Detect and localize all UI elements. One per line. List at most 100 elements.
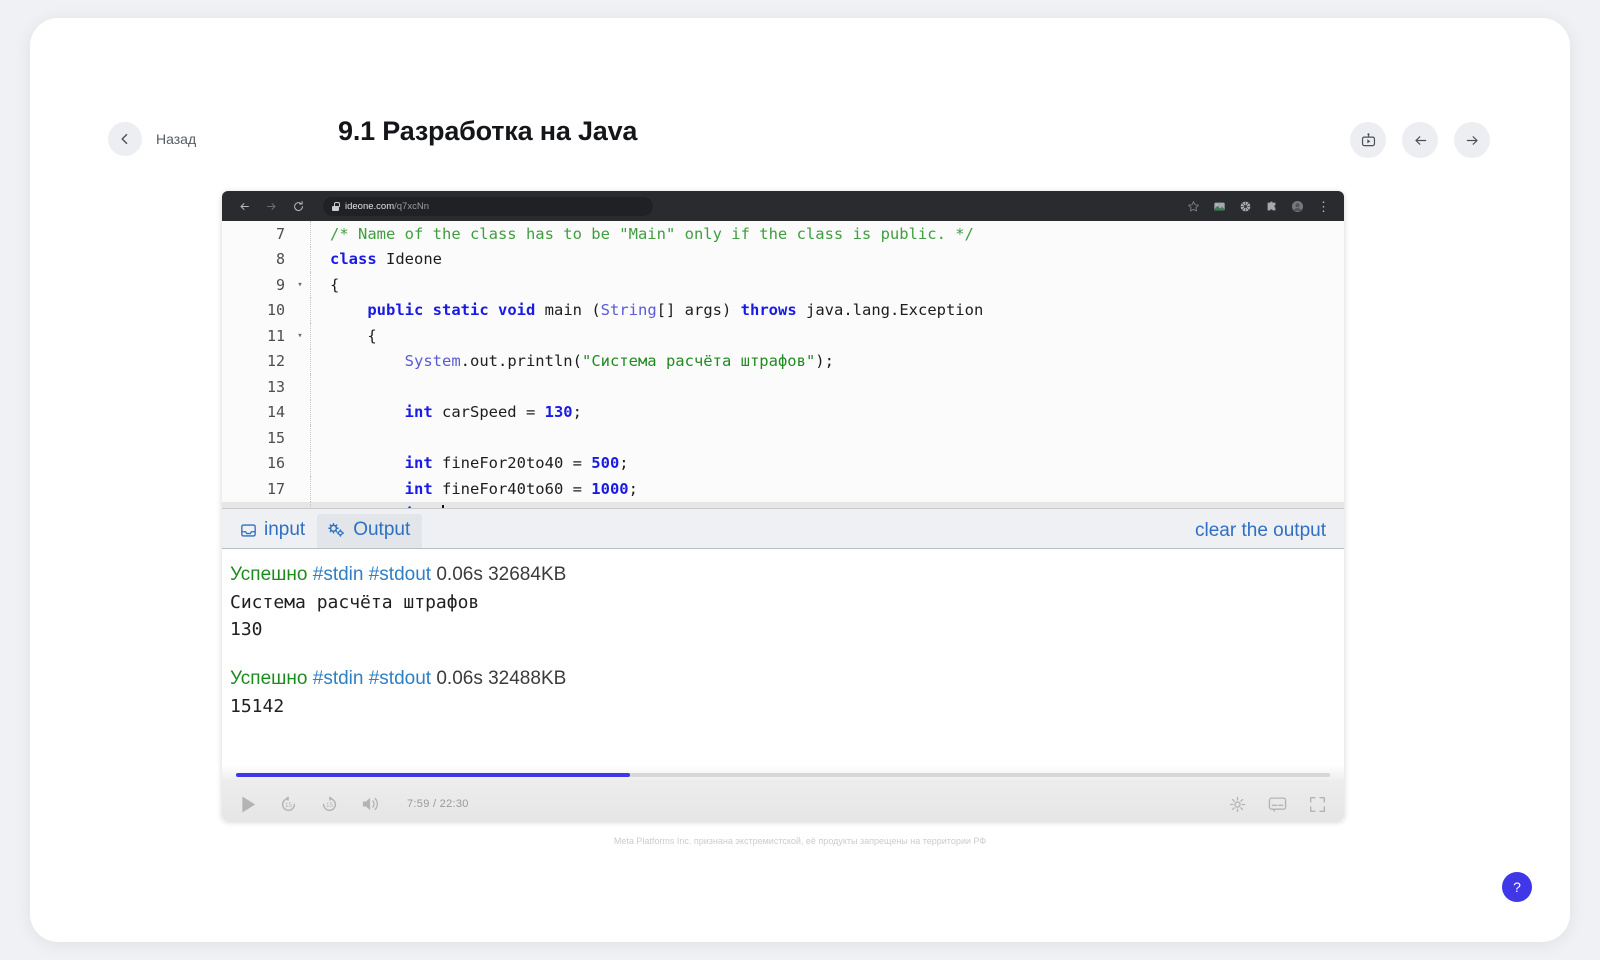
prev-lesson-button[interactable] <box>1402 122 1438 158</box>
seek-progress <box>236 773 630 777</box>
code-line[interactable]: 8 class Ideone <box>222 246 1344 272</box>
browser-nav-icons <box>232 200 305 213</box>
browser-chrome-bar: ideone.com/q7xcNn ⋮ <box>222 191 1344 221</box>
svg-text:15: 15 <box>285 803 292 809</box>
subtitles-icon[interactable] <box>1268 796 1287 813</box>
gutter-separator <box>310 272 322 298</box>
back-navigation[interactable]: Назад <box>108 122 196 156</box>
arrow-right-icon[interactable] <box>265 200 278 213</box>
line-number: 16 <box>266 454 285 473</box>
extension-settings-icon[interactable] <box>1239 200 1252 213</box>
line-number: 7 <box>275 224 285 243</box>
code-line[interactable]: 13 <box>222 374 1344 400</box>
next-lesson-button[interactable] <box>1454 122 1490 158</box>
code-text[interactable]: { <box>322 276 339 294</box>
code-line[interactable]: 9 ▾ { <box>222 272 1344 298</box>
code-line[interactable]: 15 <box>222 425 1344 451</box>
screencast-icon <box>1361 132 1375 146</box>
code-text[interactable]: class Ideone <box>322 250 442 268</box>
volume-icon[interactable] <box>361 795 381 813</box>
code-text[interactable]: { <box>322 327 376 345</box>
player-controls: 15 15 7:59 / 22:30 <box>222 765 1344 821</box>
chevron-left-icon <box>121 133 128 145</box>
seek-bar[interactable] <box>236 773 1330 777</box>
kebab-menu-icon[interactable]: ⋮ <box>1317 200 1330 213</box>
stdout-link[interactable]: #stdout <box>369 668 431 689</box>
code-text[interactable]: int fineFor20to40 = 500; <box>322 454 629 472</box>
code-text[interactable]: int carSpeed = 130; <box>322 403 582 421</box>
stdin-link[interactable]: #stdin <box>313 668 364 689</box>
fold-toggle-icon[interactable]: ▾ <box>292 331 308 341</box>
clear-output-link[interactable]: clear the output <box>1195 520 1326 542</box>
lock-icon <box>332 201 340 211</box>
run-memory: 32488KB <box>488 668 567 689</box>
gutter-separator <box>310 221 322 247</box>
play-icon[interactable] <box>240 795 257 814</box>
code-text[interactable]: int <box>322 505 444 508</box>
code-line[interactable]: 16 int fineFor20to40 = 500; <box>222 450 1344 476</box>
gutter-separator <box>310 246 322 272</box>
rewind-15-icon[interactable]: 15 <box>279 795 298 814</box>
page-header: Назад 9.1 Разработка на Java <box>30 18 1570 158</box>
code-text[interactable]: public static void main (String[] args) … <box>322 301 983 319</box>
gutter-separator <box>310 399 322 425</box>
gutter-separator <box>310 450 322 476</box>
output-line: Система расчёта штрафов <box>230 592 480 613</box>
line-number: 8 <box>275 250 285 269</box>
line-number: 11 <box>266 326 285 345</box>
address-bar[interactable]: ideone.com/q7xcNn <box>323 196 653 216</box>
inbox-icon <box>241 523 256 537</box>
extension-puzzle-icon[interactable] <box>1265 200 1278 213</box>
code-line[interactable]: 14 int carSpeed = 130; <box>222 399 1344 425</box>
extension-green-icon[interactable] <box>1213 200 1226 213</box>
gutter-separator <box>310 501 322 508</box>
footer-disclaimer: Meta Platforms Inc. признана экстремистс… <box>613 836 987 846</box>
fullscreen-icon[interactable] <box>1309 796 1326 813</box>
stdout-link[interactable]: #stdout <box>369 564 431 585</box>
url-path: /q7xcNn <box>394 200 429 212</box>
code-line[interactable]: 12 System.out.println("Система расчёта ш… <box>222 348 1344 374</box>
back-chevron-button[interactable] <box>108 122 142 156</box>
arrow-left-icon <box>1414 135 1426 145</box>
reload-icon[interactable] <box>292 200 305 213</box>
run-status-text: Успешно <box>230 564 308 585</box>
code-line[interactable]: 17 int fineFor40to60 = 1000; <box>222 476 1344 502</box>
line-number: 9 <box>275 275 285 294</box>
bookmark-star-icon[interactable] <box>1187 200 1200 213</box>
url-host: ideone.com <box>345 200 395 212</box>
code-line[interactable]: 10 public static void main (String[] arg… <box>222 297 1344 323</box>
stdin-link[interactable]: #stdin <box>313 564 364 585</box>
line-number: 10 <box>266 301 285 320</box>
player-time-display: 7:59 / 22:30 <box>407 798 469 810</box>
gear-icon[interactable] <box>1229 796 1246 813</box>
output-line: 15142 <box>230 696 285 717</box>
tab-input-label: input <box>264 519 306 540</box>
page-title: 9.1 Разработка на Java <box>338 116 638 146</box>
fold-toggle-icon[interactable]: ▾ <box>292 280 308 290</box>
gutter-separator <box>310 476 322 502</box>
code-text[interactable]: int fineFor40to60 = 1000; <box>322 480 638 498</box>
code-text[interactable]: System.out.println("Система расчёта штра… <box>322 352 834 370</box>
video-player-card[interactable]: ideone.com/q7xcNn ⋮ 7 /* Name of the cla… <box>222 191 1344 821</box>
forward-15-icon[interactable]: 15 <box>320 795 339 814</box>
code-text[interactable]: /* Name of the class has to be "Main" on… <box>322 225 974 243</box>
run-time: 0.06s <box>436 668 483 689</box>
run-status-line: Успешно #stdin #stdout 0.06s 32488KB <box>230 665 1344 693</box>
tab-input[interactable]: input <box>230 514 317 548</box>
tab-output[interactable]: Output <box>317 514 423 548</box>
line-number: 17 <box>266 479 285 498</box>
browser-toolbar-icons: ⋮ <box>1187 200 1334 213</box>
screencast-button[interactable] <box>1350 122 1386 158</box>
gutter-separator <box>310 374 322 400</box>
url-text: ideone.com/q7xcNn <box>345 201 429 212</box>
run-memory: 32684KB <box>488 564 567 585</box>
profile-avatar-icon[interactable] <box>1291 200 1304 213</box>
code-line[interactable]: 11 ▾ { <box>222 323 1344 349</box>
gutter-separator <box>310 425 322 451</box>
code-editor[interactable]: 7 /* Name of the class has to be "Main" o… <box>222 221 1344 509</box>
arrow-left-icon[interactable] <box>238 200 251 213</box>
run-status-line: Успешно #stdin #stdout 0.06s 32684KB <box>230 561 1344 589</box>
code-line[interactable]: 7 /* Name of the class has to be "Main" o… <box>222 221 1344 247</box>
code-line[interactable]: 18 int <box>222 501 1344 508</box>
help-button[interactable]: ? <box>1502 872 1532 902</box>
